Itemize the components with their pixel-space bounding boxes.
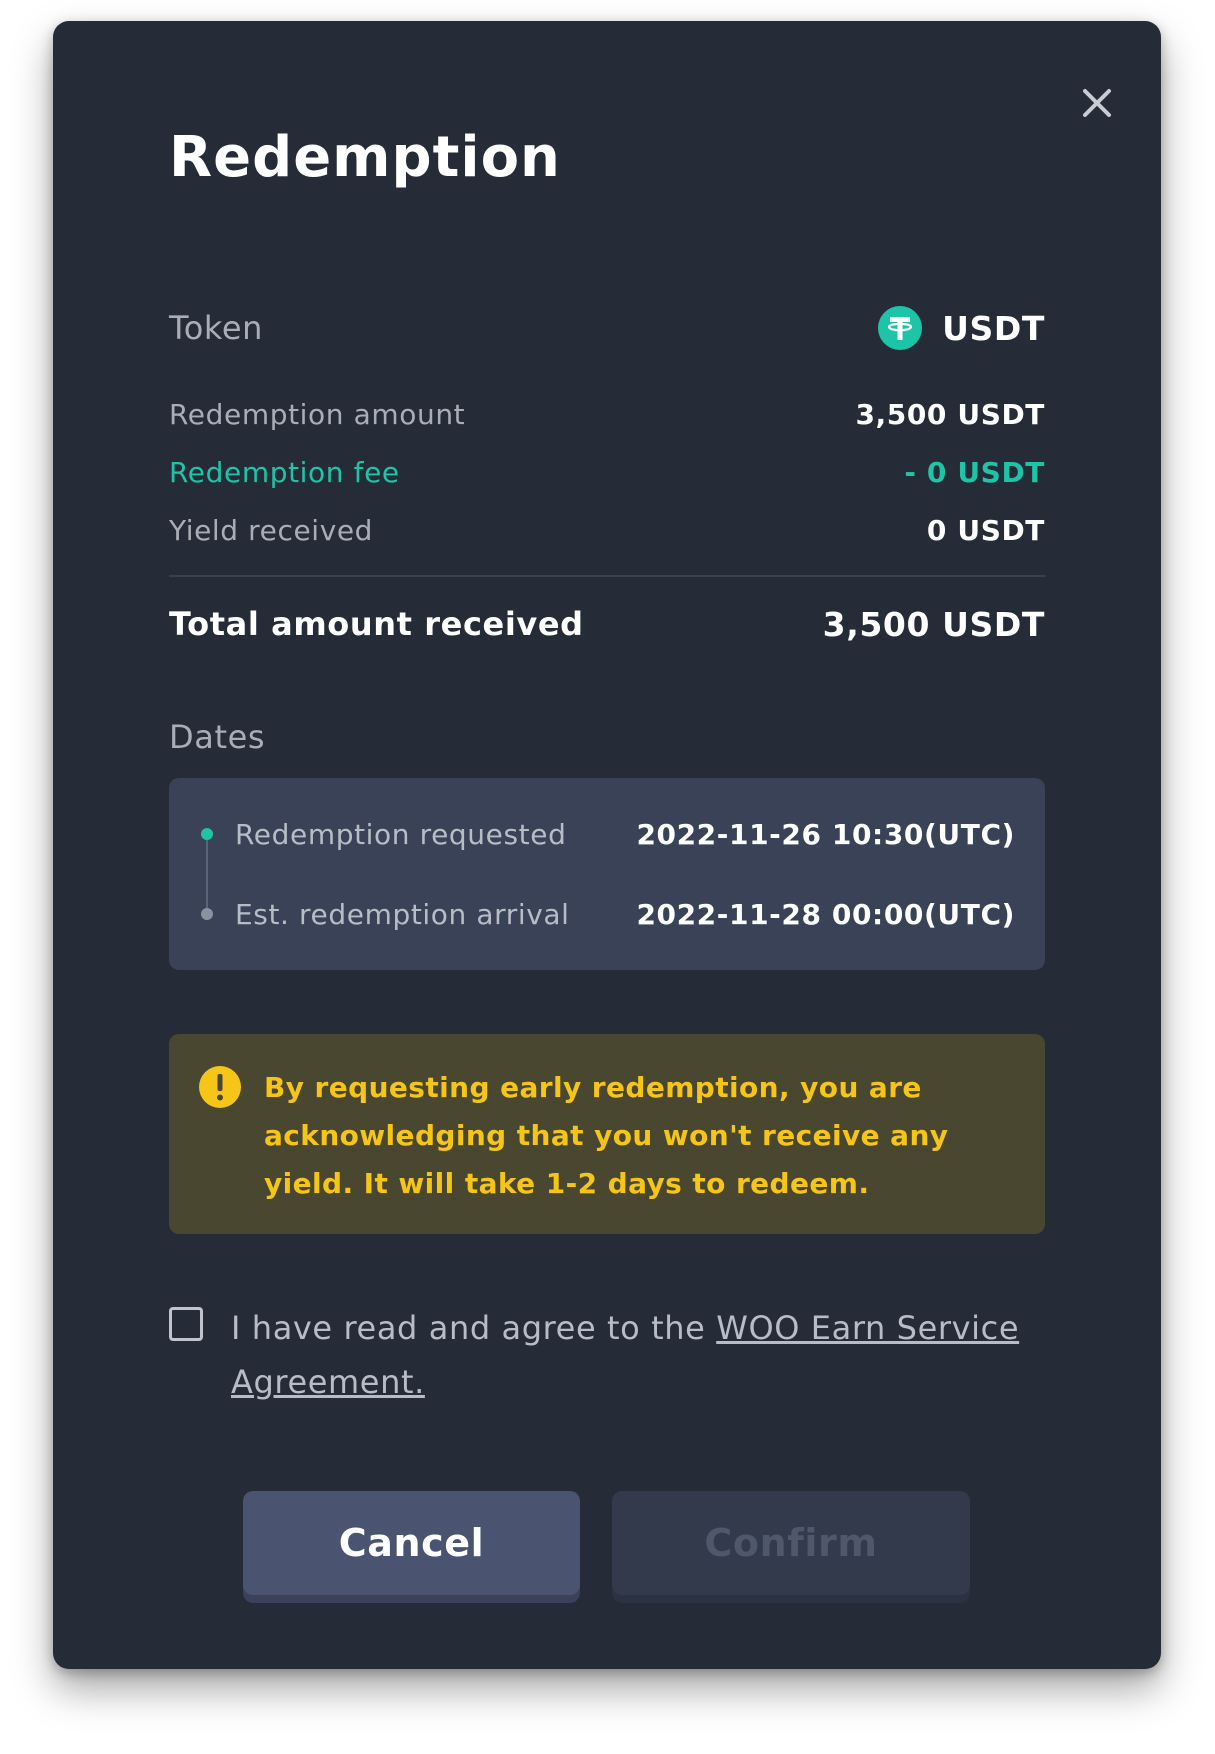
dates-timeline: Redemption requested 2022-11-26 10:30(UT…: [169, 778, 1045, 970]
yield-received-label: Yield received: [169, 513, 374, 547]
agreement-checkbox[interactable]: [169, 1307, 203, 1341]
dates-heading: Dates: [169, 718, 266, 756]
agreement-prefix: I have read and agree to the: [231, 1309, 717, 1347]
date-row-requested: Redemption requested 2022-11-26 10:30(UT…: [235, 814, 1015, 854]
token-row: Token USDT: [169, 303, 1045, 353]
exclamation-icon: [199, 1066, 241, 1108]
tether-icon: [878, 306, 923, 350]
token-value: USDT: [878, 306, 1045, 350]
cancel-button[interactable]: Cancel: [243, 1491, 580, 1595]
total-label: Total amount received: [169, 605, 584, 643]
yield-received-value: 0 USDT: [926, 513, 1045, 547]
token-name: USDT: [942, 308, 1045, 348]
date-label: Redemption requested: [235, 817, 567, 851]
redemption-amount-value: 3,500 USDT: [855, 397, 1045, 431]
confirm-button[interactable]: Confirm: [612, 1491, 970, 1595]
close-icon: [1083, 89, 1111, 117]
date-value: 2022-11-26 10:30(UTC): [636, 817, 1015, 851]
agreement-text: I have read and agree to the WOO Earn Se…: [231, 1301, 1031, 1409]
timeline-dot-pending: [201, 908, 213, 920]
date-label: Est. redemption arrival: [235, 897, 570, 931]
warning-text: By requesting early redemption, you are …: [264, 1071, 949, 1200]
timeline-dot-active: [201, 828, 213, 840]
redemption-amount-label: Redemption amount: [169, 397, 466, 431]
redemption-fee-label: Redemption fee: [169, 455, 400, 489]
warning-banner: By requesting early redemption, you are …: [169, 1034, 1045, 1234]
close-button[interactable]: [1075, 81, 1119, 125]
date-value: 2022-11-28 00:00(UTC): [636, 897, 1015, 931]
redemption-fee-value: - 0 USDT: [904, 455, 1045, 489]
timeline-line: [206, 840, 208, 912]
redemption-fee-row: Redemption fee - 0 USDT: [169, 452, 1045, 492]
redemption-modal: Redemption Token USDT Redemption amount …: [53, 21, 1161, 1669]
total-row: Total amount received 3,500 USDT: [169, 601, 1045, 647]
redemption-amount-row: Redemption amount 3,500 USDT: [169, 394, 1045, 434]
date-row-arrival: Est. redemption arrival 2022-11-28 00:00…: [235, 894, 1015, 934]
modal-title: Redemption: [169, 125, 561, 190]
divider: [169, 575, 1045, 577]
total-value: 3,500 USDT: [822, 604, 1045, 644]
yield-received-row: Yield received 0 USDT: [169, 510, 1045, 550]
token-label: Token: [169, 309, 264, 347]
